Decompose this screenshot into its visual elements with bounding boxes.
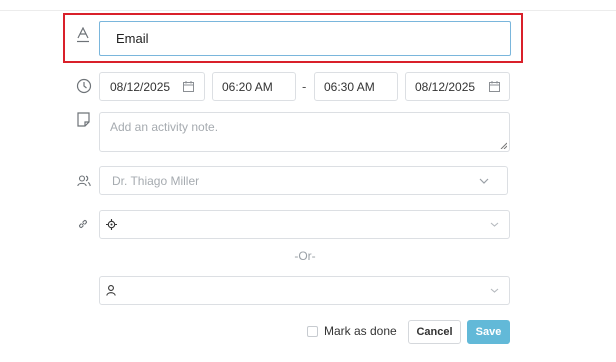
note-icon xyxy=(77,112,90,127)
person-icon xyxy=(106,285,116,296)
assignee-value: Dr. Thiago Miller xyxy=(112,173,200,188)
start-date-field[interactable]: 08/12/2025 xyxy=(99,72,205,101)
or-divider-label: -Or- xyxy=(294,249,316,263)
end-date-value: 08/12/2025 xyxy=(415,79,476,94)
link-icon xyxy=(77,217,89,229)
start-date-value: 08/12/2025 xyxy=(110,79,171,94)
users-icon xyxy=(77,174,91,187)
mark-as-done-checkbox[interactable] xyxy=(307,326,318,337)
assignee-select[interactable]: Dr. Thiago Miller xyxy=(99,166,508,195)
activity-title-value: Email xyxy=(116,31,149,46)
chevron-down-icon xyxy=(479,178,489,184)
chevron-down-icon xyxy=(490,288,499,293)
linked-person-select[interactable] xyxy=(99,276,510,305)
top-divider xyxy=(0,10,616,11)
note-placeholder: Add an activity note. xyxy=(110,120,219,134)
activity-title-input[interactable]: Email xyxy=(99,21,511,56)
save-button[interactable]: Save xyxy=(467,320,510,344)
start-time-field[interactable]: 06:20 AM xyxy=(212,72,296,101)
calendar-icon xyxy=(183,81,194,92)
cancel-button[interactable]: Cancel xyxy=(408,320,461,344)
start-time-value: 06:20 AM xyxy=(222,79,273,94)
linked-deal-select[interactable] xyxy=(99,210,510,239)
end-time-field[interactable]: 06:30 AM xyxy=(314,72,398,101)
end-date-field[interactable]: 08/12/2025 xyxy=(405,72,510,101)
time-separator: - xyxy=(302,79,307,94)
end-time-value: 06:30 AM xyxy=(324,79,375,94)
crosshair-icon xyxy=(106,219,117,230)
mark-as-done-label[interactable]: Mark as done xyxy=(324,324,397,338)
resize-handle-icon[interactable] xyxy=(500,142,507,149)
clock-icon xyxy=(76,78,92,94)
activity-note-textarea[interactable]: Add an activity note. xyxy=(99,112,510,152)
chevron-down-icon xyxy=(490,222,499,227)
calendar-icon xyxy=(489,81,500,92)
